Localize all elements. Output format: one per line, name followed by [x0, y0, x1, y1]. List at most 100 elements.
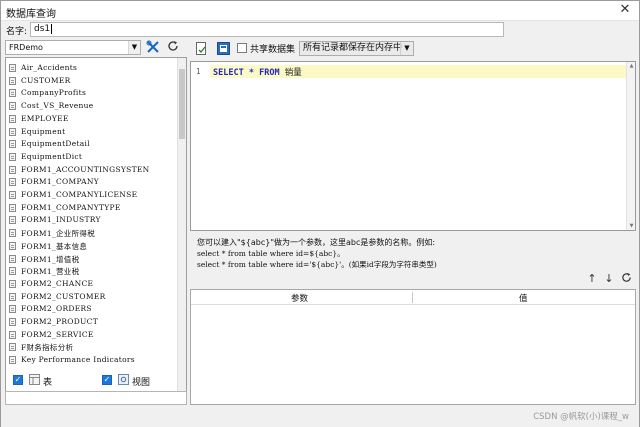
list-item[interactable]: FORM2_CUSTOMER [6, 291, 178, 304]
table-name: Key Performance Indicators [21, 355, 135, 365]
table-name: FORM1_基本信息 [21, 241, 88, 251]
list-item[interactable]: FORM1_企业所得税 [6, 227, 178, 240]
list-item[interactable]: FORM2_SERVICE [6, 329, 178, 342]
column-header-value[interactable]: 值 [519, 292, 528, 304]
table-name: FORM1_企业所得税 [21, 229, 96, 239]
refresh-parameters-icon[interactable] [620, 272, 632, 285]
datasource-select[interactable]: FRDemo ▼ [5, 40, 141, 55]
tools-icon[interactable] [145, 40, 161, 55]
sql-star: * [248, 68, 254, 78]
table-list[interactable]: Air_Accidents CUSTOMER CompanyProfits Cost_… [5, 57, 187, 405]
list-item[interactable]: CompanyProfits [6, 87, 178, 100]
tables-label: 表 [43, 378, 53, 388]
table-icon [9, 241, 16, 250]
table-icon [9, 216, 16, 225]
table-icon [9, 76, 16, 85]
scroll-down-icon[interactable]: ▼ [628, 223, 635, 229]
table-name: FORM1_COMPANY [21, 177, 99, 187]
table-icon [9, 267, 16, 276]
refresh-icon[interactable] [165, 40, 181, 55]
list-item[interactable]: FORM2_ORDERS [6, 303, 178, 316]
parameter-hint: 您可以建入"${abc}"做为一个参数，这里abc是参数的名称。例如: sele… [197, 237, 437, 270]
table-icon [9, 356, 16, 365]
list-item[interactable]: Air_Accidents [6, 62, 178, 75]
table-name: EquipmentDict [21, 151, 83, 161]
line-number: 1 [196, 67, 201, 76]
list-item[interactable]: Key Performance Indicators [6, 354, 178, 367]
list-item[interactable]: FORM1_INDUSTRY [6, 214, 178, 227]
list-item[interactable]: FORM1_营业税 [6, 265, 178, 278]
table-name: FORM1_COMPANYTYPE [21, 202, 121, 212]
table-icon [9, 152, 16, 161]
move-up-icon[interactable]: ↑ [586, 272, 598, 285]
table-search-field[interactable] [5, 391, 187, 405]
parameter-table[interactable]: 参数 值 [190, 289, 636, 405]
table-name: FORM1_ACCOUNTINGSYSTEN [21, 164, 150, 174]
scroll-up-icon[interactable]: ▲ [628, 63, 635, 69]
views-label: 视图 [132, 378, 151, 388]
table-icon [9, 140, 16, 149]
column-header-parameter[interactable]: 参数 [291, 292, 308, 304]
table-name: Cost_VS_Revenue [21, 101, 94, 111]
table-icon [9, 203, 16, 212]
list-item[interactable]: FORM1_增值税 [6, 253, 178, 266]
parameter-table-header: 参数 值 [191, 290, 635, 305]
table-list-scrollbar[interactable] [177, 58, 186, 404]
list-item[interactable]: FORM1_基本信息 [6, 240, 178, 253]
scrollbar-thumb[interactable] [179, 69, 185, 139]
column-divider[interactable] [412, 292, 413, 303]
list-item[interactable]: FORM1_COMPANYLICENSE [6, 189, 178, 202]
hint-line-1: 您可以建入"${abc}"做为一个参数，这里abc是参数的名称。例如: [197, 238, 436, 247]
list-item[interactable]: FORM2_PRODUCT [6, 316, 178, 329]
list-item[interactable]: FORM1_ACCOUNTINGSYSTEN [6, 164, 178, 177]
sql-builder-icon[interactable] [217, 42, 231, 56]
name-input[interactable]: ds1 [30, 22, 504, 37]
table-name: FORM1_营业税 [21, 267, 80, 277]
table-name: CompanyProfits [21, 88, 87, 98]
preview-icon[interactable] [195, 42, 209, 56]
move-down-icon[interactable]: ↓ [603, 272, 615, 285]
database-query-dialog: 数据库查询 ✕ 名字: ds1 FRDemo ▼ Air_Accidents CU… [0, 0, 640, 427]
table-icon [29, 374, 40, 385]
chevron-down-icon[interactable]: ▼ [128, 41, 140, 54]
line-number-gutter: 1 [191, 62, 210, 230]
table-icon [9, 279, 16, 288]
close-icon[interactable]: ✕ [617, 2, 633, 18]
editor-scrollbar[interactable]: ▲ ▼ [626, 62, 635, 230]
table-name: FORM1_INDUSTRY [21, 215, 101, 225]
table-name: Equipment [21, 126, 66, 136]
list-item[interactable]: EquipmentDict [6, 151, 178, 164]
list-item[interactable]: EMPLOYEE [6, 113, 178, 126]
table-name: FORM2_CHANCE [21, 278, 94, 288]
show-views-checkbox[interactable]: ✓ [102, 375, 112, 385]
list-item[interactable]: FORM1_COMPANY [6, 176, 178, 189]
hint-line-2: select * from table where id=${abc}。 [197, 249, 345, 258]
sql-editor[interactable]: 1 SELECT * FROM 销量 ▲ ▼ [190, 61, 636, 231]
list-item[interactable]: Cost_VS_Revenue [6, 100, 178, 113]
chevron-down-icon[interactable]: ▼ [400, 42, 413, 55]
table-name: FORM2_PRODUCT [21, 317, 99, 326]
dialog-title: 数据库查询 [6, 9, 56, 20]
sql-text[interactable]: SELECT * FROM 销量 [213, 66, 302, 78]
list-item[interactable]: EquipmentDetail [6, 138, 178, 151]
table-icon [9, 305, 16, 314]
list-item[interactable]: FORM1_COMPANYTYPE [6, 202, 178, 215]
table-icon [9, 178, 16, 187]
table-name: EMPLOYEE [21, 113, 69, 123]
cache-mode-select[interactable]: 所有记录都保存在内存中 ▼ [299, 41, 414, 56]
table-name: CUSTOMER [21, 75, 71, 85]
text-caret [51, 23, 53, 34]
show-tables-checkbox[interactable]: ✓ [13, 375, 23, 385]
table-name: F财务指标分析 [21, 343, 74, 353]
table-name: FORM2_ORDERS [21, 304, 92, 314]
sql-keyword-select: SELECT [213, 68, 244, 78]
list-item[interactable]: Equipment [6, 126, 178, 139]
share-dataset-checkbox[interactable] [237, 43, 247, 53]
title-bar: 数据库查询 ✕ [1, 1, 639, 21]
list-item[interactable]: FORM2_CHANCE [6, 278, 178, 291]
list-item[interactable]: CUSTOMER [6, 75, 178, 88]
table-icon [9, 127, 16, 136]
list-item[interactable]: F财务指标分析 [6, 341, 178, 354]
table-name: EquipmentDetail [21, 139, 90, 149]
table-icon [9, 254, 16, 263]
